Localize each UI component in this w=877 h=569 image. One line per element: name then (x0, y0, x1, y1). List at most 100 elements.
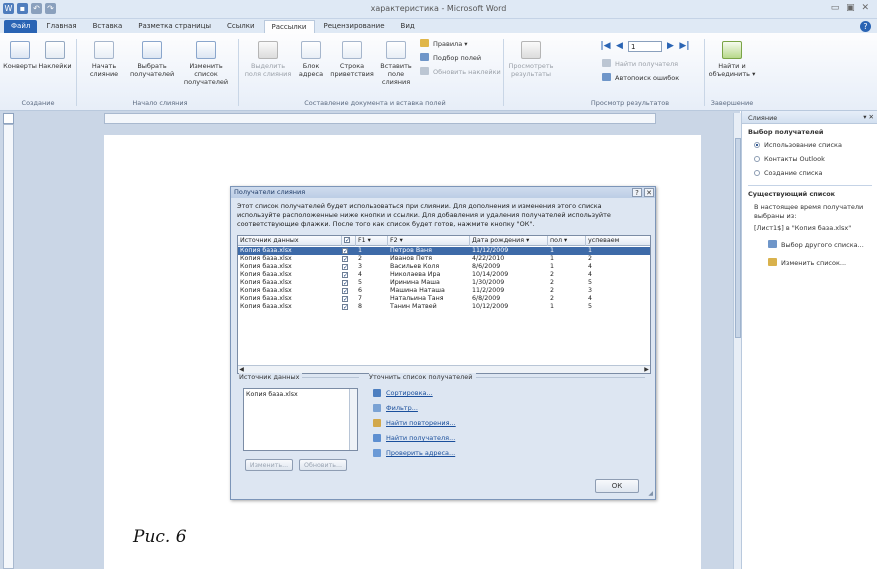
existing-list-heading: Существующий список (748, 190, 836, 198)
checkbox-icon[interactable]: ✓ (342, 296, 348, 303)
rules-button[interactable]: Правила ▾ (420, 39, 468, 48)
horizontal-ruler[interactable] (104, 113, 656, 124)
ruler-toggle[interactable] (3, 113, 14, 124)
labels-button[interactable]: Наклейки (38, 41, 72, 70)
vertical-ruler[interactable] (3, 124, 14, 569)
record-number-input[interactable]: 1 (628, 41, 662, 52)
column-header-sex[interactable]: пол ▾ (548, 236, 586, 246)
tab-page-layout[interactable]: Разметка страницы (131, 20, 218, 33)
list-scrollbar[interactable] (349, 389, 357, 450)
window-controls[interactable]: ▭ ▣ ✕ (831, 3, 871, 13)
horizontal-scrollbar[interactable]: ◀ ▶ (238, 365, 650, 373)
existing-list-source: [Лист1$] в "Копия база.xlsx" (754, 224, 852, 232)
tab-references[interactable]: Ссылки (220, 20, 262, 33)
tab-home[interactable]: Главная (39, 20, 83, 33)
cell-source: Копия база.xlsx (240, 255, 292, 262)
scroll-right-icon[interactable]: ▶ (643, 366, 650, 373)
group-label-write-insert: Составление документа и вставка полей (304, 99, 446, 107)
column-header-check[interactable]: ✓ (342, 236, 356, 246)
find-recipient-button[interactable]: Найти получателя (602, 59, 678, 68)
radio-use-list[interactable]: Использование списка (754, 141, 842, 149)
insert-merge-field-button[interactable]: Вставить поле слияния (376, 41, 416, 86)
ribbon: Конверты Наклейки Создание Начать слияни… (0, 33, 877, 111)
help-button[interactable]: ? (632, 188, 642, 197)
cell-f1: 1 (358, 247, 363, 254)
refresh-button[interactable]: Обновить... (299, 459, 347, 471)
table-row[interactable]: Копия база.xlsx ✓ 6 Машина Наташа 11/2/2009 2… (238, 287, 650, 295)
edit-list-link[interactable]: Изменить список... (768, 258, 846, 267)
tab-view[interactable]: Вид (394, 20, 422, 33)
next-record-icon[interactable]: ▶ (665, 41, 676, 52)
checkbox-icon[interactable]: ✓ (342, 304, 348, 311)
ribbon-tabs: Файл Главная Вставка Разметка страницы С… (0, 19, 877, 33)
finish-merge-icon (722, 41, 742, 59)
highlight-fields-button[interactable]: Выделить поля слияния (244, 41, 292, 78)
column-header-f2[interactable]: F2 ▾ (388, 236, 470, 246)
vertical-scrollbar[interactable] (733, 113, 741, 569)
validate-addresses-link[interactable]: Проверить адреса... (386, 449, 455, 457)
select-recipients-button[interactable]: Выбрать получателей (130, 41, 174, 78)
table-row[interactable]: Копия база.xlsx ✓ 1 Петров Ваня 11/12/2009 1 1 (238, 247, 650, 255)
column-header-f1[interactable]: F1 ▾ (356, 236, 388, 246)
edit-recipient-list-button[interactable]: Изменить список получателей (180, 41, 232, 86)
radio-new-list[interactable]: Создание списка (754, 169, 823, 177)
previous-record-icon[interactable]: ◀ (614, 41, 625, 52)
match-fields-button[interactable]: Подбор полей (420, 53, 481, 62)
checkbox-icon[interactable]: ✓ (342, 256, 348, 263)
sort-link[interactable]: Сортировка... (386, 389, 433, 397)
ok-button[interactable]: ОК (595, 479, 639, 493)
find-recipient-link[interactable]: Найти получателя... (386, 434, 455, 442)
cell-f2: Николаева Ира (390, 271, 441, 278)
column-header-birthdate[interactable]: Дата рождения ▾ (470, 236, 548, 246)
last-record-icon[interactable]: ▶| (679, 41, 690, 52)
checkbox-icon[interactable]: ✓ (342, 264, 348, 271)
checkbox-icon[interactable]: ✓ (342, 248, 348, 255)
checkbox-icon[interactable]: ✓ (342, 272, 348, 279)
find-icon (602, 59, 611, 67)
table-row[interactable]: Копия база.xlsx ✓ 7 Натальина Таня 6/8/2009 2… (238, 295, 650, 303)
data-source-item[interactable]: Копия база.xlsx (246, 391, 298, 398)
recipients-icon (142, 41, 162, 59)
checkbox-icon[interactable]: ✓ (342, 280, 348, 287)
resize-grip-icon[interactable]: ◢ (648, 490, 653, 497)
table-row[interactable]: Копия база.xlsx ✓ 2 Иванов Петя 4/22/2010 1 2 (238, 255, 650, 263)
scroll-left-icon[interactable]: ◀ (238, 366, 245, 373)
tab-review[interactable]: Рецензирование (317, 20, 392, 33)
auto-check-errors-button[interactable]: Автопоиск ошибок (602, 73, 679, 82)
table-row[interactable]: Копия база.xlsx ✓ 3 Васильев Коля 8/6/2009 1 4 (238, 263, 650, 271)
cell-checkbox[interactable]: ✓ (342, 303, 356, 312)
column-header-grade[interactable]: успеваем (586, 236, 650, 246)
update-labels-button[interactable]: Обновить наклейки (420, 67, 501, 76)
column-header-source[interactable]: Источник данных (238, 236, 342, 246)
cell-source: Копия база.xlsx (240, 271, 292, 278)
tab-mailings[interactable]: Рассылки (263, 20, 315, 33)
tab-insert[interactable]: Вставка (86, 20, 130, 33)
cell-sex: 1 (550, 247, 555, 254)
help-icon[interactable]: ? (860, 21, 871, 32)
table-row[interactable]: Копия база.xlsx ✓ 8 Танин Матвей 10/12/2009 1… (238, 303, 650, 312)
select-other-list-link[interactable]: Выбор другого списка... (768, 240, 864, 249)
start-merge-button[interactable]: Начать слияние (84, 41, 124, 78)
table-row[interactable]: Копия база.xlsx ✓ 4 Николаева Ира 10/14/2009… (238, 271, 650, 279)
cell-source: Копия база.xlsx (240, 247, 292, 254)
pane-menu-icon[interactable]: ▾ ✕ (863, 113, 874, 121)
table-row[interactable]: Копия база.xlsx ✓ 5 Иринина Маша 1/30/2009 2 5 (238, 279, 650, 287)
envelopes-button[interactable]: Конверты (3, 41, 37, 70)
cell-grade: 4 (588, 295, 593, 302)
finish-merge-button[interactable]: Найти и объединить ▾ (708, 41, 756, 78)
checkbox-icon[interactable]: ✓ (342, 288, 348, 295)
refine-list-label: Уточнить список получателей (369, 373, 476, 381)
recipients-table[interactable]: Источник данных ✓ F1 ▾ F2 ▾ Дата рождени… (237, 235, 651, 374)
radio-outlook-contacts[interactable]: Контакты Outlook (754, 155, 825, 163)
address-block-button[interactable]: Блок адреса (296, 41, 326, 78)
data-source-list[interactable]: Копия база.xlsx (243, 388, 358, 451)
find-duplicates-link[interactable]: Найти повторения... (386, 419, 456, 427)
filter-link[interactable]: Фильтр... (386, 404, 418, 412)
edit-source-button[interactable]: Изменить... (245, 459, 293, 471)
group-separator (76, 39, 77, 106)
tab-file[interactable]: Файл (4, 20, 38, 33)
first-record-icon[interactable]: |◀ (600, 41, 611, 52)
close-icon[interactable]: ✕ (644, 188, 654, 197)
preview-results-button[interactable]: Просмотреть результаты (508, 41, 554, 78)
greeting-line-button[interactable]: Строка приветствия (330, 41, 374, 78)
